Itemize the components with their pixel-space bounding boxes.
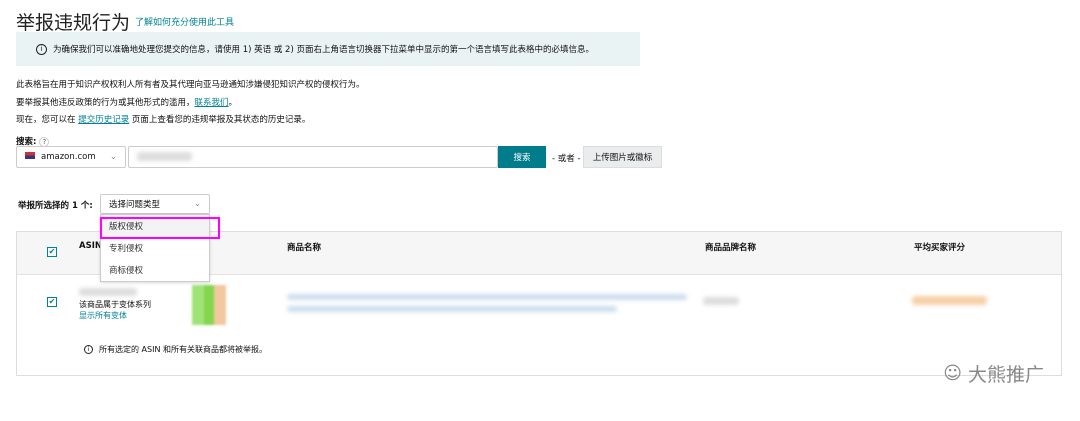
select-value: 选择问题类型 — [109, 200, 161, 210]
banner-text: 为确保我们可以准确地处理您提交的信息，请使用 1) 英语 或 2) 页面右上角语… — [53, 45, 594, 55]
upload-image-button[interactable]: 上传图片或徽标 — [583, 146, 662, 168]
learn-link[interactable]: 了解如何充分使用此工具 — [135, 15, 234, 28]
product-name-value-2 — [287, 306, 617, 312]
report-label: 举报所选择的 1 个: — [18, 201, 93, 211]
marketplace-value: amazon.com — [41, 152, 96, 162]
contact-us-link[interactable]: 联系我们 — [195, 98, 229, 108]
info-icon: i — [84, 345, 93, 354]
asin-value — [79, 288, 137, 296]
product-thumbnail — [192, 285, 226, 325]
note-text: 所有选定的 ASIN 和所有关联商品都将被举报。 — [99, 345, 267, 354]
chevron-down-icon: ⌄ — [109, 152, 117, 162]
intro-line1: 此表格旨在用于知识产权权利人所有者及其代理向亚马逊通知涉嫌侵犯知识产权的侵权行为… — [16, 80, 365, 90]
text: 现在，您可以在 — [16, 115, 79, 125]
issue-type-select[interactable]: 选择问题类型 ⌄ — [100, 194, 210, 214]
table-note: i 所有选定的 ASIN 和所有关联商品都将被举报。 — [84, 344, 267, 355]
or-text: - 或者 - — [552, 154, 581, 164]
highlight-box — [100, 217, 220, 239]
product-name-value — [287, 294, 687, 300]
rating-value — [912, 296, 987, 305]
text: 要举报其他违反政策的行为或其他形式的滥用， — [16, 98, 195, 108]
info-icon: i — [36, 43, 47, 55]
history-link[interactable]: 提交历史记录 — [78, 115, 129, 125]
menu-item-trademark[interactable]: 商标侵权 — [101, 259, 209, 281]
col-product-name: 商品名称 — [287, 243, 322, 253]
marketplace-select[interactable]: amazon.com ⌄ — [16, 146, 126, 168]
info-banner: i 为确保我们可以准确地处理您提交的信息，请使用 1) 英语 或 2) 页面右上角… — [16, 32, 640, 66]
col-asin: ASIN — [79, 241, 102, 251]
wechat-icon: ☺ — [943, 363, 962, 384]
watermark-text: 大熊推广 — [967, 364, 1044, 386]
page-title: 举报违规行为 — [16, 12, 131, 34]
chevron-down-icon: ⌄ — [193, 199, 201, 209]
col-rating: 平均买家评分 — [914, 243, 966, 253]
watermark: ☺ 大熊推广 — [943, 360, 1044, 387]
us-flag-icon — [25, 152, 35, 159]
search-button[interactable]: 搜索 — [498, 146, 546, 168]
search-input[interactable] — [128, 146, 498, 168]
select-all-checkbox[interactable]: ✔ — [47, 247, 57, 257]
show-variants-link[interactable]: 显示所有变体 — [79, 310, 127, 321]
col-brand: 商品品牌名称 — [705, 243, 757, 253]
text: 页面上查看您的违规举报及其状态的历史记录。 — [129, 115, 311, 125]
brand-value — [703, 297, 739, 305]
intro-line3: 现在，您可以在 提交历史记录 页面上查看您的违规举报及其状态的历史记录。 — [16, 113, 310, 125]
variant-text: 该商品属于变体系列 — [79, 300, 151, 309]
row-checkbox[interactable]: ✔ — [47, 297, 57, 307]
menu-item-patent[interactable]: 专利侵权 — [101, 237, 209, 259]
intro-line2: 要举报其他违反政策的行为或其他形式的滥用，联系我们。 — [16, 96, 237, 108]
text: 。 — [228, 98, 238, 108]
